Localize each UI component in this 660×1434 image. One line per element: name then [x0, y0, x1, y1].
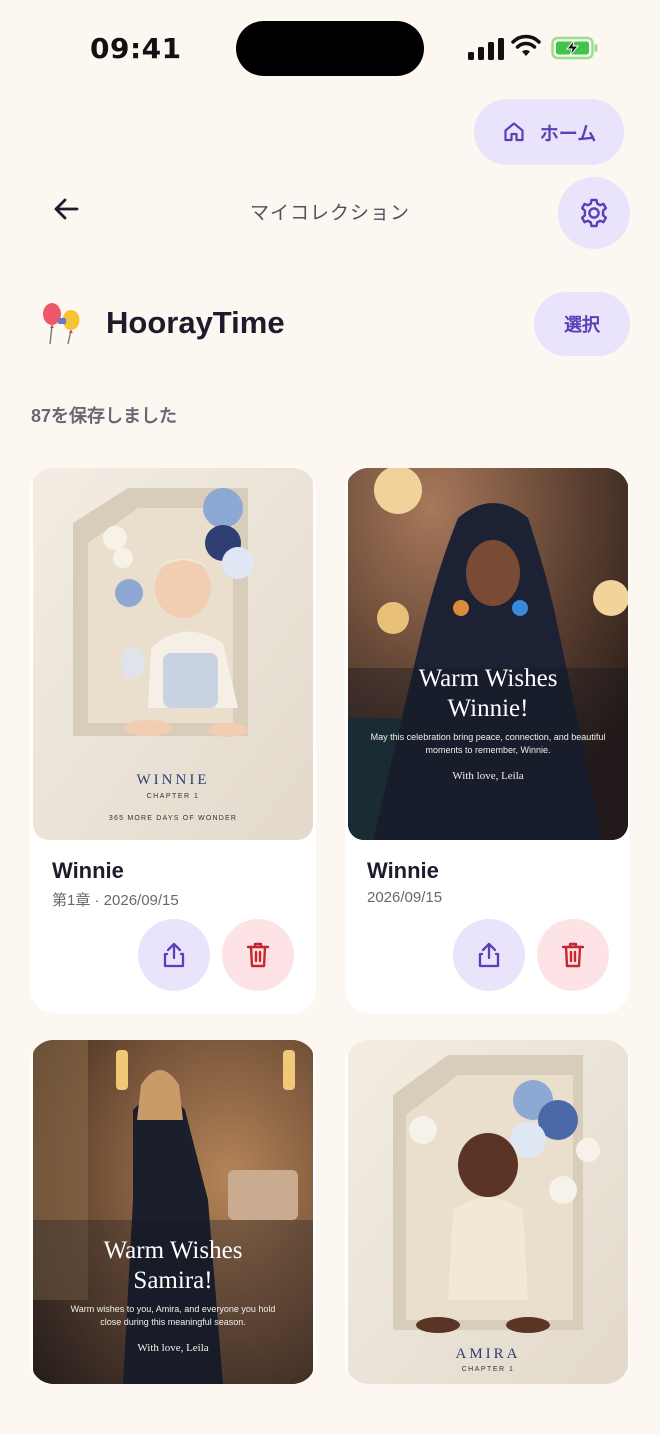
card-subtitle: 2026/09/15: [367, 889, 443, 906]
dynamic-island: [236, 21, 424, 76]
image-body: May this celebration bring peace, connec…: [370, 732, 606, 755]
brand-name: HoorayTime: [106, 305, 285, 340]
wifi-icon: [511, 34, 541, 56]
image-heading: Warm Wishes Samira!: [103, 1237, 243, 1294]
card-thumbnail[interactable]: WINNIE CHAPTER 1 365 MORE DAYS OF WONDER: [33, 468, 313, 840]
image-caption-chapter: CHAPTER 1: [461, 1366, 515, 1373]
birthday-portrait-image: [348, 1040, 628, 1384]
collection-card[interactable]: Warm Wishes Winnie! May this celebration…: [345, 468, 629, 1013]
collection-card[interactable]: AMIRA CHAPTER 1: [345, 1040, 629, 1384]
collection-card[interactable]: WINNIE CHAPTER 1 365 MORE DAYS OF WONDER…: [30, 468, 316, 1013]
trash-icon: [561, 942, 585, 968]
delete-button[interactable]: [537, 919, 609, 991]
image-caption-name: WINNIE: [136, 772, 210, 788]
home-icon: [504, 122, 524, 142]
card-thumbnail[interactable]: Warm Wishes Samira! Warm wishes to you, …: [33, 1040, 313, 1384]
card-title: Winnie: [52, 858, 124, 883]
image-caption-chapter: CHAPTER 1: [146, 793, 200, 800]
share-button[interactable]: [453, 919, 525, 991]
collection-card[interactable]: Warm Wishes Samira! Warm wishes to you, …: [30, 1040, 316, 1384]
card-subtitle: 第1章 · 2026/09/15: [52, 892, 179, 909]
image-heading: Warm Wishes Winnie!: [418, 665, 558, 722]
card-title: Winnie: [367, 858, 439, 883]
select-button[interactable]: 選択: [534, 292, 630, 356]
trash-icon: [246, 942, 270, 968]
signal-icon: [468, 38, 504, 60]
image-caption-tagline: 365 MORE DAYS OF WONDER: [108, 815, 238, 822]
image-body: Warm wishes to you, Amira, and everyone …: [70, 1304, 276, 1327]
card-thumbnail[interactable]: AMIRA CHAPTER 1: [348, 1040, 628, 1384]
balloons-icon: [43, 303, 80, 345]
image-signature: With love, Leila: [452, 770, 524, 782]
share-icon: [163, 942, 185, 968]
greeting-portrait-image: [33, 1040, 313, 1384]
saved-count: 87を保存しました: [31, 406, 178, 426]
share-icon: [478, 942, 500, 968]
image-signature: With love, Leila: [137, 1342, 209, 1354]
status-bar: 09:41: [0, 0, 660, 96]
home-button[interactable]: ホーム: [474, 99, 624, 165]
image-caption-name: AMIRA: [455, 1346, 521, 1362]
battery-icon: [551, 36, 598, 60]
card-thumbnail[interactable]: Warm Wishes Winnie! May this celebration…: [348, 468, 628, 840]
share-button[interactable]: [138, 919, 210, 991]
gear-icon: [580, 198, 608, 228]
settings-button[interactable]: [558, 177, 630, 249]
home-button-label: ホーム: [539, 123, 597, 145]
greeting-portrait-image: [348, 468, 628, 840]
status-time: 09:41: [90, 32, 182, 65]
delete-button[interactable]: [222, 919, 294, 991]
brand: HoorayTime: [38, 300, 285, 346]
